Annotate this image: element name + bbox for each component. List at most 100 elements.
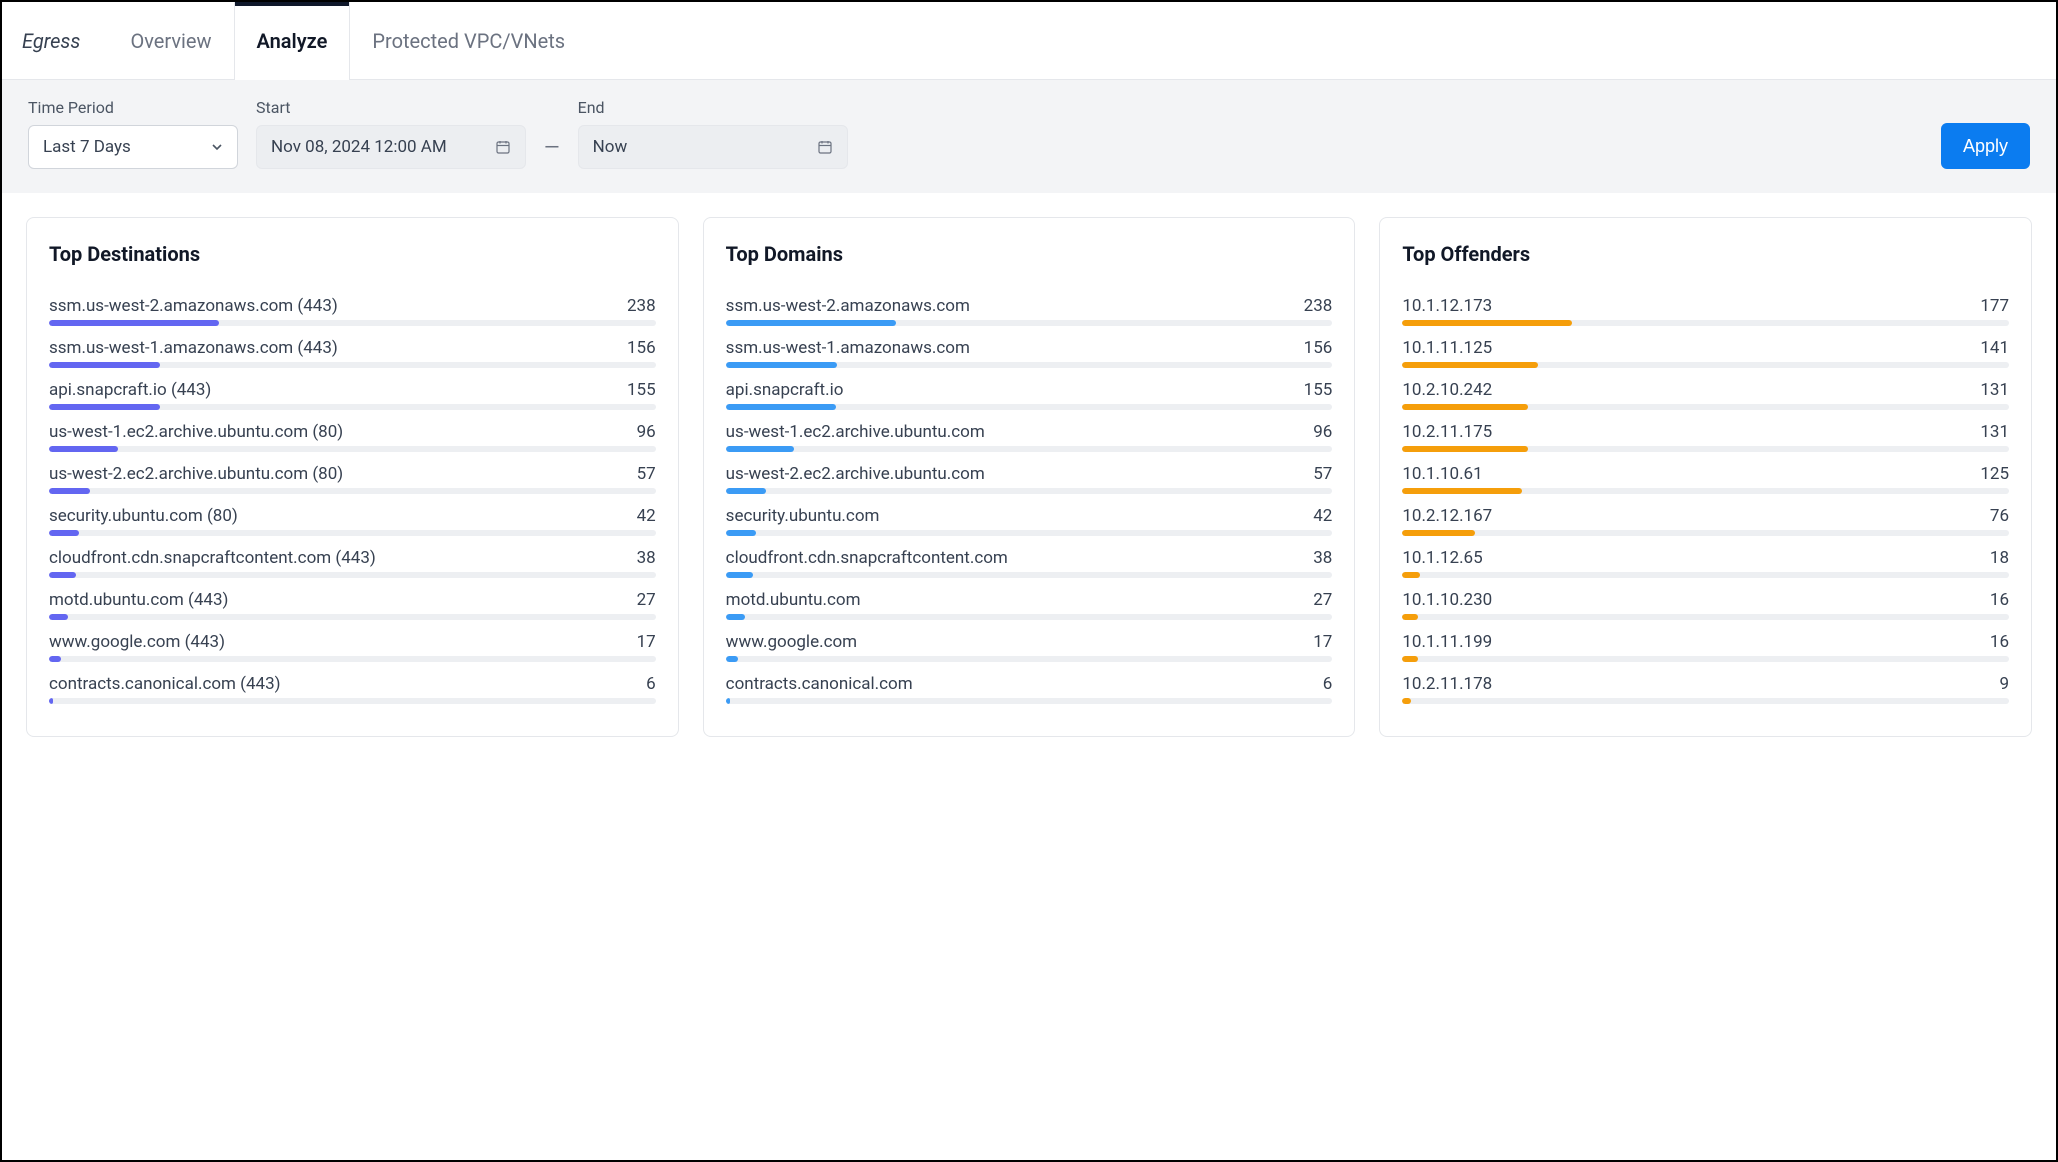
bar-row[interactable]: api.snapcraft.io155 [726, 380, 1333, 410]
tab-analyze[interactable]: Analyze [234, 2, 351, 79]
tab-protected-vpc-vnets[interactable]: Protected VPC/VNets [350, 2, 587, 79]
filter-bar: Time Period Last 7 Days Start Nov 08, 20… [2, 80, 2056, 193]
bar-row[interactable]: www.google.com (443)17 [49, 632, 656, 662]
bar-fill [1402, 362, 1537, 368]
bar-row[interactable]: 10.2.11.1789 [1402, 674, 2009, 704]
bar-row[interactable]: contracts.canonical.com (443)6 [49, 674, 656, 704]
card-top-offenders: Top Offenders 10.1.12.17317710.1.11.1251… [1379, 217, 2032, 737]
bar-value: 238 [1304, 296, 1333, 316]
end-value: Now [593, 137, 628, 157]
bar-row[interactable]: 10.2.11.175 131 [1402, 422, 2009, 452]
bar-row[interactable]: www.google.com 17 [726, 632, 1333, 662]
bar-fill [49, 572, 76, 578]
bar-track [726, 362, 1333, 368]
bar-row[interactable]: 10.1.12.6518 [1402, 548, 2009, 578]
bar-fill [1402, 530, 1475, 536]
bar-track [1402, 656, 2009, 662]
bar-row[interactable]: ssm.us-west-2.amazonaws.com (443)238 [49, 296, 656, 326]
bar-label: api.snapcraft.io [726, 380, 844, 400]
bar-label: ssm.us-west-2.amazonaws.com (443) [49, 296, 338, 316]
bar-fill [49, 320, 219, 326]
bar-row[interactable]: motd.ubuntu.com27 [726, 590, 1333, 620]
bar-label: motd.ubuntu.com [726, 590, 861, 610]
card-top-destinations: Top Destinations ssm.us-west-2.amazonaws… [26, 217, 679, 737]
bar-fill [49, 362, 160, 368]
bar-row[interactable]: 10.2.12.16776 [1402, 506, 2009, 536]
bar-row[interactable]: 10.1.11.19916 [1402, 632, 2009, 662]
bar-fill [49, 656, 61, 662]
apply-button[interactable]: Apply [1941, 123, 2030, 169]
bar-value: 141 [1980, 338, 2009, 358]
bar-row[interactable]: security.ubuntu.com42 [726, 506, 1333, 536]
bar-row[interactable]: us-west-2.ec2.archive.ubuntu.com (80)57 [49, 464, 656, 494]
bar-track [1402, 572, 2009, 578]
bar-track [49, 530, 656, 536]
bar-fill [49, 488, 90, 494]
end-date-input[interactable]: Now [578, 125, 848, 169]
bar-row[interactable]: ssm.us-west-1.amazonaws.com (443)156 [49, 338, 656, 368]
bar-value: 125 [1980, 464, 2009, 484]
bar-track [726, 404, 1333, 410]
bar-fill [726, 530, 756, 536]
chevron-down-icon [211, 141, 223, 153]
bar-label: ssm.us-west-2.amazonaws.com [726, 296, 970, 316]
tab-bar: Egress OverviewAnalyzeProtected VPC/VNet… [2, 2, 2056, 80]
bar-row[interactable]: us-west-1.ec2.archive.ubuntu.com (80)96 [49, 422, 656, 452]
bar-row[interactable]: us-west-2.ec2.archive.ubuntu.com57 [726, 464, 1333, 494]
bar-value: 17 [637, 632, 656, 652]
bar-fill [1402, 614, 1417, 620]
bar-track [1402, 404, 2009, 410]
tab-overview[interactable]: Overview [108, 2, 233, 79]
bar-fill [1402, 446, 1528, 452]
bar-track [726, 530, 1333, 536]
calendar-icon [495, 139, 511, 155]
bar-row[interactable]: us-west-1.ec2.archive.ubuntu.com 96 [726, 422, 1333, 452]
bar-row[interactable]: 10.1.10.61125 [1402, 464, 2009, 494]
bar-row[interactable]: cloudfront.cdn.snapcraftcontent.com (443… [49, 548, 656, 578]
bar-label: 10.1.12.65 [1402, 548, 1482, 568]
bar-row[interactable]: security.ubuntu.com (80)42 [49, 506, 656, 536]
bar-row[interactable]: 10.2.10.242131 [1402, 380, 2009, 410]
bar-row[interactable]: 10.1.12.173177 [1402, 296, 2009, 326]
bar-value: 96 [1313, 422, 1332, 442]
bar-value: 17 [1313, 632, 1332, 652]
bar-value: 16 [1990, 632, 2009, 652]
bar-value: 96 [637, 422, 656, 442]
bar-track [49, 446, 656, 452]
bar-track [726, 572, 1333, 578]
bar-value: 131 [1980, 422, 2009, 442]
bar-label: contracts.canonical.com [726, 674, 913, 694]
bar-label: www.google.com [726, 632, 857, 652]
bar-track [49, 362, 656, 368]
card-title-destinations: Top Destinations [49, 242, 656, 266]
bar-row[interactable]: contracts.canonical.com 6 [726, 674, 1333, 704]
bar-row[interactable]: 10.1.10.23016 [1402, 590, 2009, 620]
bar-label: 10.1.10.230 [1402, 590, 1492, 610]
bar-row[interactable]: cloudfront.cdn.snapcraftcontent.com38 [726, 548, 1333, 578]
bar-value: 6 [1323, 674, 1333, 694]
bar-row[interactable]: motd.ubuntu.com (443)27 [49, 590, 656, 620]
bar-track [726, 488, 1333, 494]
bar-fill [1402, 404, 1528, 410]
time-period-label: Time Period [28, 98, 238, 117]
bar-row[interactable]: ssm.us-west-2.amazonaws.com 238 [726, 296, 1333, 326]
bar-row[interactable]: ssm.us-west-1.amazonaws.com156 [726, 338, 1333, 368]
bar-value: 42 [637, 506, 656, 526]
bar-value: 156 [1304, 338, 1333, 358]
bar-fill [49, 404, 160, 410]
tab-label: Analyze [257, 29, 328, 53]
bar-fill [726, 572, 753, 578]
bar-fill [1402, 572, 1419, 578]
time-period-select[interactable]: Last 7 Days [28, 125, 238, 169]
bar-label: us-west-1.ec2.archive.ubuntu.com [726, 422, 985, 442]
bar-fill [1402, 698, 1411, 704]
cards-area: Top Destinations ssm.us-west-2.amazonaws… [2, 193, 2056, 761]
bar-row[interactable]: api.snapcraft.io (443)155 [49, 380, 656, 410]
start-group: Start Nov 08, 2024 12:00 AM [256, 98, 526, 169]
bar-value: 76 [1990, 506, 2009, 526]
start-label: Start [256, 98, 526, 117]
start-date-input[interactable]: Nov 08, 2024 12:00 AM [256, 125, 526, 169]
bar-label: 10.2.11.175 [1402, 422, 1492, 442]
bar-track [726, 446, 1333, 452]
bar-row[interactable]: 10.1.11.125141 [1402, 338, 2009, 368]
